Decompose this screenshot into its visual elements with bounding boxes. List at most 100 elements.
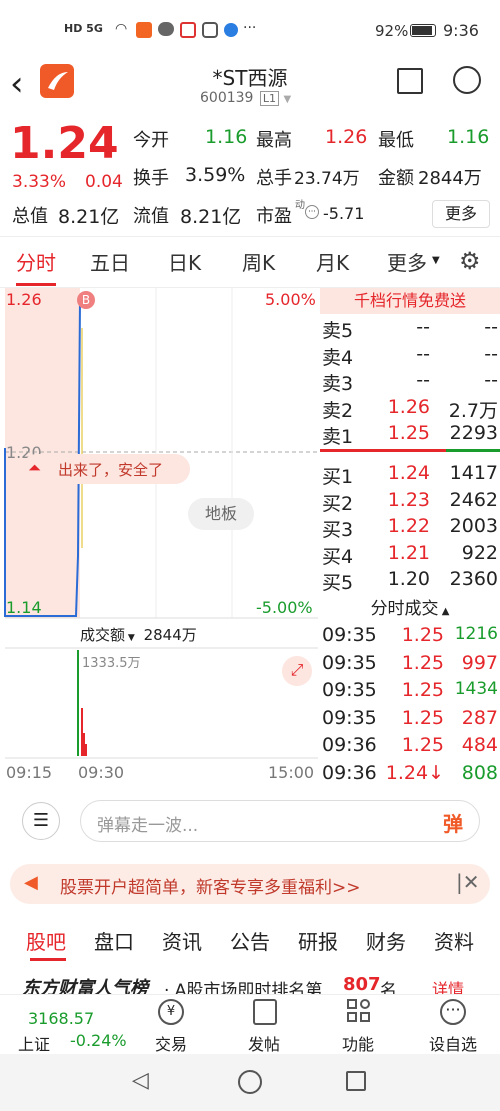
ask-row: 卖2 1.26 2.7万 [320, 396, 500, 422]
pct-high-label: 5.00% [265, 290, 316, 309]
intraday-chart[interactable]: 1.26 5.00% 1.20 1.14 -5.00% B ⏶ 出来了，安全了 … [0, 288, 320, 788]
tab-intraday[interactable]: 分时 [16, 247, 56, 276]
ranking-brand: 东方财富人气榜 [22, 978, 148, 994]
volume-max-label: 1333.5万 [82, 656, 141, 671]
trade-label[interactable]: 交易 [155, 1031, 187, 1055]
status-bar: HD 5G ◠ ··· 92% 9:36 [0, 0, 500, 60]
ask-row: 卖4 -- -- [320, 343, 500, 369]
level-price: -- [416, 342, 430, 365]
back-icon[interactable]: ‹ [10, 64, 24, 104]
level-label: 卖5 [322, 320, 354, 342]
level-volume: 1216 [454, 624, 498, 644]
more-button[interactable]: 更多 [432, 200, 490, 228]
search-icon[interactable] [453, 66, 481, 94]
battery-percent: 92% [375, 22, 409, 40]
ask-row: 卖3 -- -- [320, 369, 500, 395]
add-watchlist-label[interactable]: 设自选 [429, 1031, 477, 1055]
tab-weekly-k[interactable]: 周K [242, 247, 275, 276]
level-volume: 2.7万 [448, 399, 498, 422]
trade-icon[interactable]: ¥ [158, 999, 184, 1025]
tab-finance[interactable]: 财务 [366, 926, 406, 955]
danmu-input[interactable]: 弹幕走一波... 弹 [80, 800, 480, 842]
level-price: 1.23 [387, 488, 430, 511]
high-value: 1.26 [325, 126, 368, 148]
level-price: 1.24↓ [385, 761, 444, 784]
level-volume: 2293 [449, 422, 498, 444]
stock-code: 600139 [200, 90, 254, 106]
info-icon[interactable]: ··· [305, 205, 319, 219]
tab-five-day[interactable]: 五日 [90, 247, 130, 276]
tab-announcements[interactable]: 公告 [230, 926, 270, 955]
tab-more[interactable]: 更多 [387, 247, 427, 276]
danmu-send-icon[interactable]: 弹 [443, 808, 463, 837]
app-icon [224, 23, 238, 37]
level-label: 卖2 [322, 399, 354, 422]
ranking-detail-link[interactable]: 详情 [432, 976, 464, 994]
stock-code-row[interactable]: 600139 L1 ▼ [200, 90, 291, 106]
stock-header: ‹ *ST西源 600139 L1 ▼ [0, 60, 500, 116]
volume-selector[interactable]: 成交额 ▼ 2844万 [80, 624, 197, 645]
level-price: 1.25 [401, 706, 444, 729]
recents-nav-icon[interactable] [346, 1071, 366, 1091]
buy-signal-badge[interactable]: B [77, 291, 95, 309]
tab-daily-k[interactable]: 日K [168, 247, 201, 276]
message-icon [158, 22, 174, 36]
app-notify-icon [136, 22, 152, 38]
amount-value: 2844万 [418, 168, 482, 189]
change-percent: 3.33% [12, 172, 67, 192]
danmu-placeholder: 弹幕走一波... [97, 816, 199, 836]
index-value[interactable]: 3168.57 [28, 1009, 94, 1028]
level-label: 买3 [322, 519, 354, 541]
level-volume: 287 [461, 706, 498, 729]
promo-banner[interactable]: 千档行情免费送 [320, 288, 500, 314]
post-icon[interactable] [253, 999, 277, 1025]
time-start-label: 09:15 [6, 763, 53, 782]
back-nav-icon[interactable]: ◁ [132, 1068, 149, 1093]
tab-news[interactable]: 资讯 [162, 926, 202, 955]
tick-row: 09:35 1.25 997 [320, 652, 500, 678]
tab-research[interactable]: 研报 [298, 926, 338, 955]
quote-panel: 1.24 3.33% 0.04 今开 1.16 最高 1.26 最低 1.16 … [0, 116, 500, 236]
danmu-bar: ☰ 弹幕走一波... 弹 [0, 790, 500, 850]
comment-bubble[interactable]: ⏶ 出来了，安全了 [22, 454, 190, 484]
more-dots-icon[interactable]: ··· [440, 999, 466, 1025]
settings-gear-icon[interactable]: ⚙ [459, 247, 481, 275]
high-label: 最高 [256, 130, 292, 151]
level-volume: -- [484, 316, 498, 338]
functions-label[interactable]: 功能 [342, 1031, 374, 1055]
tab-pankou[interactable]: 盘口 [94, 926, 134, 955]
home-nav-icon[interactable] [238, 1070, 262, 1094]
chart-tabs: 分时 五日 日K 周K 月K 更多 ▼ ⚙ [0, 236, 500, 288]
tab-profile[interactable]: 资料 [434, 926, 474, 955]
account-promo[interactable]: ◀ 股票开户超简单，新客专享多重福利>> |✕ [10, 864, 490, 904]
tab-monthly-k[interactable]: 月K [316, 247, 349, 276]
dropdown-icon: ▼ [283, 94, 292, 105]
tick-title-row[interactable]: 分时成交 ▲ [320, 594, 500, 619]
post-label[interactable]: 发帖 [248, 1031, 280, 1055]
active-tab-indicator [30, 958, 66, 961]
bid-row: 买3 1.22 2003 [320, 515, 500, 541]
volume-label: 总手 [256, 168, 292, 189]
level-label: 09:35 [322, 706, 377, 729]
popularity-ticker[interactable]: 东方财富人气榜 · A股市场即时排名第 807 名 详情 [0, 970, 500, 994]
level-badge: L1 [259, 91, 280, 106]
megaphone-icon: ◀ [24, 872, 38, 893]
index-name: 上证 [18, 1035, 51, 1054]
level-price: 1.22 [387, 515, 430, 537]
danmu-toggle-icon[interactable]: ☰ [22, 802, 60, 840]
close-icon[interactable]: |✕ [456, 870, 480, 894]
network-indicator: HD 5G [64, 22, 103, 35]
expand-icon[interactable]: ⤢ [282, 656, 312, 686]
level-label: 卖3 [322, 373, 354, 395]
app-icon [202, 22, 218, 38]
functions-icon[interactable] [347, 999, 371, 1023]
level-label: 09:35 [322, 679, 377, 701]
float-cap-label: 流值 [133, 206, 169, 227]
tick-title: 分时成交 [370, 599, 439, 619]
tab-guba[interactable]: 股吧 [26, 926, 66, 955]
share-icon[interactable] [397, 68, 423, 94]
level-price: -- [416, 369, 430, 391]
book-divider [320, 449, 500, 452]
pe-label: 市盈 [256, 206, 292, 227]
index-change: -0.24% [70, 1031, 127, 1050]
